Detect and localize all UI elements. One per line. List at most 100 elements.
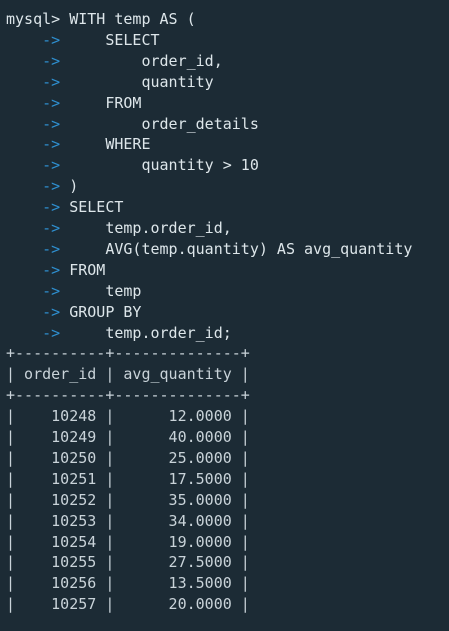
cell-separator: | [6,428,25,446]
cell-avg-quantity: 13.5000 [123,574,232,593]
cell-separator: | [231,469,250,488]
continuation-arrow: -> [42,114,61,133]
cell-separator: | [231,532,250,551]
cell-separator: | [231,448,250,467]
query-line: -> GROUP BY [6,302,141,322]
query-line: -> FROM [6,93,141,113]
query-line: -> WHERE [6,134,151,154]
query-text: SELECT [69,198,124,217]
table-row: | 10254 | 19.0000 | [6,532,250,552]
cell-separator: | [6,532,25,551]
table-row: | 10256 | 13.5000 | [6,573,250,593]
cell-separator: | [96,511,124,530]
terminal-window[interactable]: mysql> WITH temp AS ( -> SELECT -> order… [0,0,449,631]
continuation-arrow: -> [42,93,61,112]
query-line: mysql> WITH temp AS ( [6,9,196,29]
cell-avg-quantity: 12.0000 [123,407,232,426]
table-row: | 10248 | 12.0000 | [6,406,250,426]
cell-order-id: 10248 [24,407,97,426]
cell-separator: | [231,574,250,593]
cell-avg-quantity: 34.0000 [123,511,232,530]
table-row: | 10252 | 35.0000 | [6,490,250,510]
cell-separator: | [96,448,124,467]
query-text: WITH temp AS ( [69,10,196,28]
query-text: GROUP BY [69,302,142,321]
table-border: +----------+--------------+ [6,343,250,363]
cell-avg-quantity: 19.0000 [123,532,232,551]
table-border-text: +----------+--------------+ [6,344,250,363]
cell-separator: | [231,553,250,572]
cell-order-id: 10251 [24,469,97,488]
table-row: | 10249 | 40.0000 | [6,427,250,447]
cell-avg-quantity: 20.0000 [123,595,232,614]
cell-separator: | [96,407,124,426]
query-text: quantity [69,72,214,91]
continuation-arrow: -> [42,177,61,196]
cell-separator: | [6,448,25,467]
continuation-arrow: -> [42,51,61,70]
cell-separator: | [6,574,25,593]
query-text: temp.order_id; [69,323,232,342]
query-text: FROM [69,93,142,112]
table-border: +----------+--------------+ [6,385,250,405]
query-line: -> SELECT [6,197,123,217]
query-text: quantity > 10 [69,156,259,175]
cell-separator: | [96,428,124,446]
cell-separator: | [231,407,250,426]
table-header: | order_id | avg_quantity | [6,364,250,384]
query-line: -> order_id, [6,51,223,71]
continuation-arrow: -> [42,323,61,342]
query-text: WHERE [69,135,151,154]
cell-separator: | [231,490,250,509]
cell-avg-quantity: 17.5000 [123,469,232,488]
query-line: -> temp [6,281,141,301]
continuation-arrow: -> [42,281,61,300]
table-row: | 10251 | 17.5000 | [6,469,250,489]
continuation-arrow: -> [42,239,61,258]
query-text: order_details [69,114,259,133]
cell-separator: | [231,511,250,530]
query-line: -> order_details [6,114,259,134]
cell-separator: | [6,553,25,572]
table-header-text: | order_id | avg_quantity | [6,365,250,384]
cell-separator: | [96,469,124,488]
cell-separator: | [6,511,25,530]
table-row: | 10250 | 25.0000 | [6,448,250,468]
cell-order-id: 10252 [24,490,97,509]
cell-avg-quantity: 40.0000 [123,428,232,446]
cell-avg-quantity: 35.0000 [123,490,232,509]
continuation-arrow: -> [42,135,61,154]
cell-avg-quantity: 25.0000 [123,448,232,467]
mysql-prompt: mysql> [6,10,61,28]
continuation-arrow: -> [42,302,61,321]
table-row: | 10257 | 20.0000 | [6,594,250,614]
continuation-arrow: -> [42,156,61,175]
cell-separator: | [6,407,25,426]
cell-separator: | [96,490,124,509]
query-line: -> SELECT [6,30,159,50]
cell-separator: | [96,553,124,572]
cell-avg-quantity: 27.5000 [123,553,232,572]
query-text: FROM [69,260,106,279]
cell-separator: | [231,595,250,614]
cell-order-id: 10250 [24,448,97,467]
table-row: | 10253 | 34.0000 | [6,511,250,531]
